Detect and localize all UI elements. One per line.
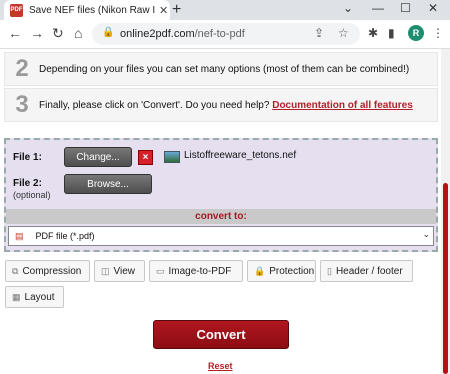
tab-bar: PDF Save NEF files (Nikon Raw Image ✕ + … [0,0,450,20]
change-file-button[interactable]: Change... [64,147,132,167]
step-3: 3 Finally, please click on 'Convert'. Do… [4,88,438,122]
chevron-down-icon: ⌄ [422,229,430,239]
new-tab-button[interactable]: + [172,1,181,19]
view-icon: ◫ [101,265,110,276]
option-protection[interactable]: 🔒 Protection [247,260,316,282]
bookmark-star-icon[interactable]: ☆ [338,26,349,40]
step-text: Depending on your files you can set many… [39,63,410,75]
profile-avatar[interactable]: R [408,25,424,41]
option-header-footer[interactable]: ▯ Header / footer [320,260,413,282]
image-file-icon [164,151,180,163]
lock-icon: 🔒 [102,27,115,38]
page-content: 2 Depending on your files you can set ma… [0,49,441,374]
format-select[interactable]: ▤ PDF file (*.pdf) ⌄ [8,226,434,246]
lock-icon: 🔒 [254,265,266,276]
step-number: 3 [15,91,29,118]
url-text: online2pdf.com/nef-to-pdf [120,28,245,40]
file1-label: File 1: [13,152,42,163]
tab-title: Save NEF files (Nikon Raw Image [29,4,155,16]
pdf-favicon-icon: PDF [10,3,23,17]
tab-close-icon[interactable]: ✕ [159,4,168,17]
reset-link[interactable]: Reset [208,361,233,371]
image-icon: ▭ [156,265,165,276]
scrollbar-thumb[interactable] [443,183,448,374]
forward-icon[interactable]: → [30,25,44,41]
option-image-to-pdf[interactable]: ▭ Image-to-PDF [149,260,243,282]
step-number: 2 [15,55,29,82]
header-footer-icon: ▯ [327,265,332,276]
upload-panel: File 1: Change... × Listoffreeware_teton… [4,138,438,252]
tab-search-icon[interactable]: ⌄ [343,1,353,15]
option-layout[interactable]: ▦ Layout [5,286,64,308]
pdf-icon: ▤ [15,230,24,241]
share-icon[interactable]: ⇪ [314,26,324,40]
convert-button[interactable]: Convert [153,320,289,349]
close-window-button[interactable]: ✕ [428,1,438,15]
file1-name: Listoffreeware_tetons.nef [184,150,297,161]
reload-icon[interactable]: ↻ [52,25,64,42]
browse-button[interactable]: Browse... [64,174,152,194]
option-compression[interactable]: ⧉ Compression [5,260,90,282]
extensions-icon[interactable]: ✱ [368,26,378,40]
layout-icon: ▦ [12,291,21,302]
browser-toolbar: ← → ↻ ⌂ 🔒 online2pdf.com/nef-to-pdf ⇪ ☆ … [0,20,450,49]
back-icon[interactable]: ← [8,25,22,41]
file2-label: File 2: [13,178,42,189]
option-view[interactable]: ◫ View [94,260,145,282]
home-icon[interactable]: ⌂ [74,25,82,41]
sidebar-icon[interactable]: ▮ [388,26,395,40]
convert-to-label: convert to: [6,209,436,224]
compression-icon: ⧉ [12,265,19,276]
address-bar[interactable]: 🔒 online2pdf.com/nef-to-pdf ⇪ ☆ [92,23,360,45]
maximize-button[interactable]: ☐ [400,1,411,15]
step-2: 2 Depending on your files you can set ma… [4,52,438,86]
minimize-button[interactable]: — [372,1,384,15]
file2-optional-label: (optional) [13,190,51,200]
menu-icon[interactable]: ⋮ [432,26,444,40]
step-text: Finally, please click on 'Convert'. Do y… [39,99,413,111]
documentation-link[interactable]: Documentation of all features [272,100,413,111]
browser-tab[interactable]: PDF Save NEF files (Nikon Raw Image ✕ [4,0,170,20]
remove-file-icon[interactable]: × [138,150,153,165]
format-selected-value: PDF file (*.pdf) [35,231,95,241]
